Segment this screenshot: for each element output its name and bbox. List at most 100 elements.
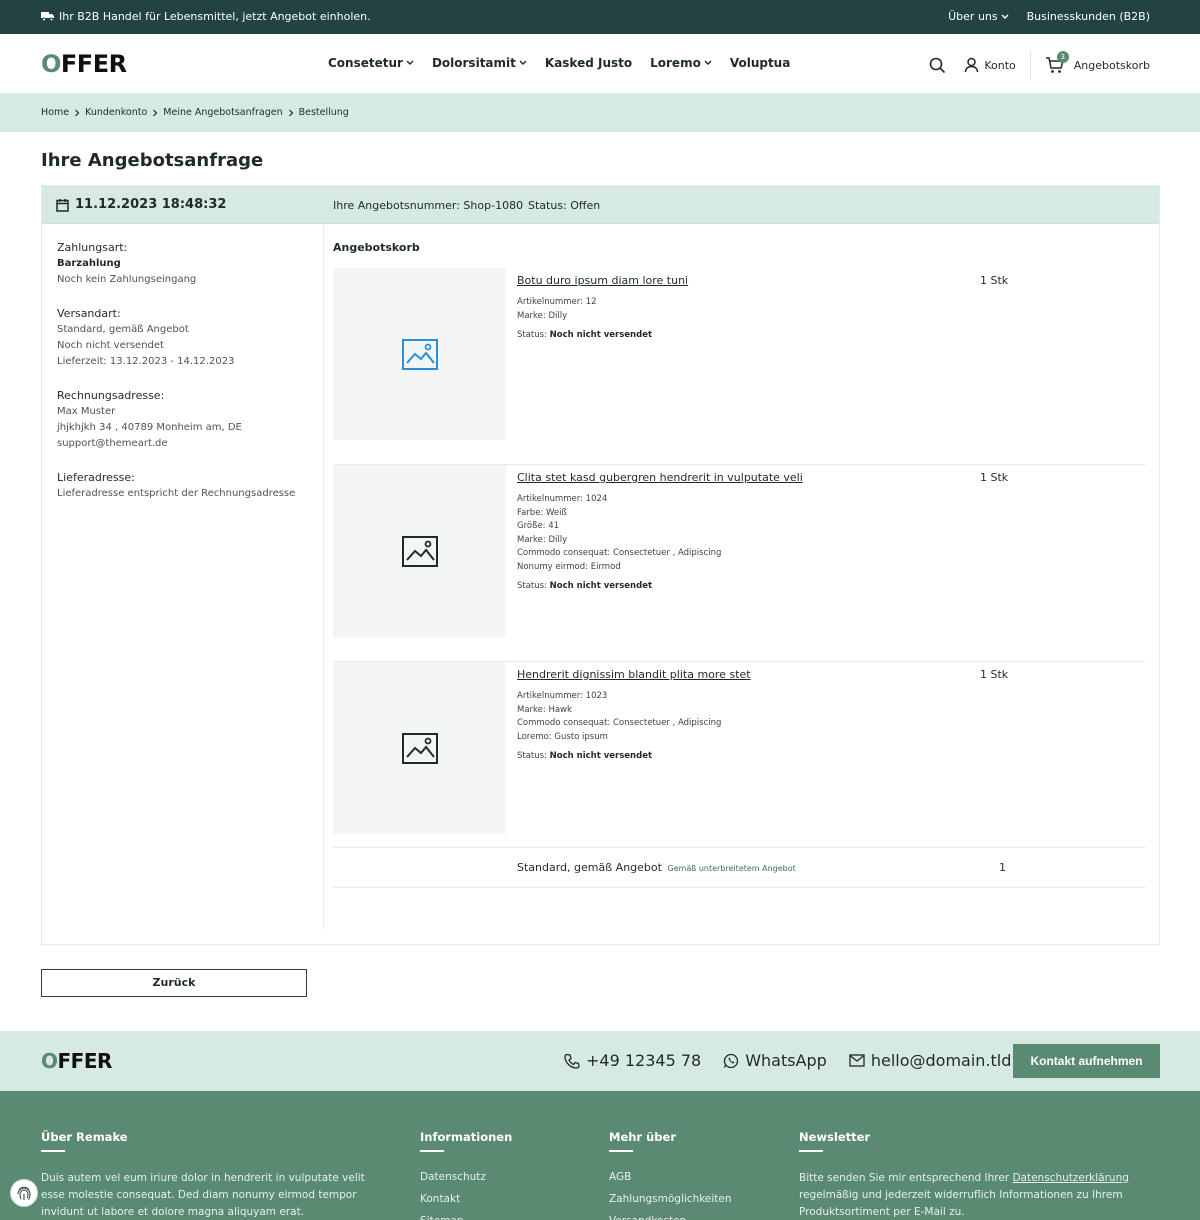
chevron-right-icon xyxy=(152,109,158,117)
footer-about-text: Duis autem vel eum iriure dolor in hendr… xyxy=(41,1172,365,1218)
about-us-link[interactable]: Über uns xyxy=(948,10,1009,23)
cart-title: Angebotskorb xyxy=(333,241,420,254)
email-link[interactable]: hello@domain.tld xyxy=(849,1051,1011,1070)
breadcrumb-account[interactable]: Kundenkonto xyxy=(85,107,147,118)
product-attributes: Artikelnummer: 1024 Farbe: Weiß Größe: 4… xyxy=(517,493,721,594)
footer-link-privacy[interactable]: Datenschutz xyxy=(420,1166,570,1188)
product-attributes: Artikelnummer: 1023 Marke: Hawk Commodo … xyxy=(517,690,721,764)
privacy-policy-link[interactable]: Datenschutzerklärung xyxy=(1012,1172,1128,1184)
order-header: 11.12.2023 18:48:32 Ihre Angebotsnummer:… xyxy=(42,186,1159,224)
footer-contact-bar: OFFER +49 12345 78 WhatsApp hello@domain… xyxy=(0,1031,1200,1091)
shipping-state: Noch nicht versendet xyxy=(57,340,164,351)
phone-link[interactable]: +49 12345 78 xyxy=(564,1051,701,1070)
product-title-link[interactable]: Botu duro ipsum diam lore tuni xyxy=(517,274,688,287)
footer-about-title: Über Remake xyxy=(41,1130,128,1144)
shipping-note: Gemäß unterbreitetem Angebot xyxy=(667,864,796,873)
payment-state: Noch kein Zahlungseingang xyxy=(57,274,197,285)
image-placeholder-icon xyxy=(401,732,438,764)
product-status: Status: Noch nicht versendet xyxy=(517,580,721,594)
footer-logo[interactable]: OFFER xyxy=(41,1048,112,1074)
payment-label: Zahlungsart: xyxy=(57,241,128,254)
back-button[interactable]: Zurück xyxy=(41,969,307,997)
delivery-address: Lieferadresse: Lieferadresse entspricht … xyxy=(57,470,323,502)
delivery-label: Lieferadresse: xyxy=(57,471,135,484)
account-link[interactable]: Konto xyxy=(964,50,1031,80)
order-date: 11.12.2023 18:48:32 xyxy=(56,197,226,212)
shipping-info: Versandart: Standard, gemäß Angebot Noch… xyxy=(57,306,323,370)
divider xyxy=(609,1150,633,1152)
product-status: Status: Noch nicht versendet xyxy=(517,750,721,764)
attribute: Commodo consequat: Consectetuer , Adipis… xyxy=(517,548,722,558)
image-placeholder-icon xyxy=(401,338,438,370)
logo[interactable]: OFFER xyxy=(41,51,127,77)
business-customers-link[interactable]: Businesskunden (B2B) xyxy=(1027,10,1150,23)
list-item: Clita stet kasd gubergren hendrerit in v… xyxy=(333,465,1145,662)
chevron-down-icon xyxy=(519,60,527,66)
nav-item-consetetur[interactable]: Consetetur xyxy=(328,56,414,70)
nav-item-loremo[interactable]: Loremo xyxy=(650,56,712,70)
nav-item-kasked-justo[interactable]: Kasked Justo xyxy=(545,56,632,70)
nav-label: Dolorsitamit xyxy=(431,56,516,70)
status-label: Status: xyxy=(517,330,547,340)
shipping-name: Standard, gemäß Angebot xyxy=(517,861,662,874)
nav-item-dolorsitamit[interactable]: Dolorsitamit xyxy=(432,56,527,70)
site-header: OFFER Consetetur Dolorsitamit Kasked Jus… xyxy=(0,34,1200,94)
product-image[interactable] xyxy=(333,662,506,834)
page-title: Ihre Angebotsanfrage xyxy=(41,150,264,171)
billing-name: Max Muster xyxy=(57,406,116,417)
breadcrumb-home[interactable]: Home xyxy=(41,107,69,118)
breadcrumb: Home Kundenkonto Meine Angebotsanfragen … xyxy=(41,107,349,118)
footer-more: Mehr über AGB Zahlungsmöglichkeiten Vers… xyxy=(609,1130,769,1220)
attribute: Artikelnummer: 1023 xyxy=(517,691,608,701)
newsletter-text-after: regelmäßig und jederzeit widerruflich In… xyxy=(799,1189,1123,1218)
footer-newsletter: Newsletter Bitte senden Sie mir entsprec… xyxy=(799,1130,1129,1220)
footer-info: Informationen Datenschutz Kontakt Sitema… xyxy=(420,1130,570,1220)
attribute: Marke: Hawk xyxy=(517,704,572,715)
nav-item-voluptua[interactable]: Voluptua xyxy=(730,56,791,70)
breadcrumb-quotes[interactable]: Meine Angebotsanfragen xyxy=(163,107,282,118)
footer-link-shipping[interactable]: Versandkosten xyxy=(609,1210,769,1220)
footer-newsletter-text: Bitte senden Sie mir entsprechend Ihrer … xyxy=(799,1170,1129,1220)
footer-about: Über Remake Duis autem vel eum iriure do… xyxy=(41,1130,381,1220)
chevron-right-icon xyxy=(74,109,80,117)
product-title-link[interactable]: Hendrerit dignissim blandit plita more s… xyxy=(517,668,751,681)
list-item: Hendrerit dignissim blandit plita more s… xyxy=(333,662,1145,847)
product-image[interactable] xyxy=(333,268,506,440)
payment-info: Zahlungsart: Barzahlung Noch kein Zahlun… xyxy=(57,240,323,288)
attribute: Marke: Dilly xyxy=(517,310,568,321)
logo-rest: FFER xyxy=(57,1049,113,1073)
divider xyxy=(420,1150,444,1152)
order-info: Zahlungsart: Barzahlung Noch kein Zahlun… xyxy=(42,225,324,930)
nav-label: Loremo xyxy=(650,56,701,70)
product-attributes: Artikelnummer: 12 Marke: Dilly Status: N… xyxy=(517,296,652,343)
footer-newsletter-title: Newsletter xyxy=(799,1130,871,1144)
payment-method: Barzahlung xyxy=(57,258,121,269)
shipping-line-name: Standard, gemäß Angebot Gemäß unterbreit… xyxy=(517,861,796,874)
promo-text: Ihr B2B Handel für Lebensmittel, jetzt A… xyxy=(41,10,371,23)
product-status: Status: Noch nicht versendet xyxy=(517,329,652,343)
attribute: Marke: Dilly xyxy=(517,534,568,545)
product-title-link[interactable]: Clita stet kasd gubergren hendrerit in v… xyxy=(517,471,803,484)
product-image[interactable] xyxy=(333,465,506,637)
phone-number: +49 12345 78 xyxy=(586,1051,702,1070)
calendar-icon xyxy=(56,198,69,212)
footer-link-agb[interactable]: AGB xyxy=(609,1166,769,1188)
newsletter-text-before: Bitte senden Sie mir entsprechend Ihrer xyxy=(799,1172,1013,1184)
contact-button[interactable]: Kontakt aufnehmen xyxy=(1013,1044,1160,1078)
footer-link-contact[interactable]: Kontakt xyxy=(420,1188,570,1210)
search-icon[interactable] xyxy=(929,57,946,74)
breadcrumb-bar: Home Kundenkonto Meine Angebotsanfragen … xyxy=(0,94,1200,132)
cart-link[interactable]: 3 Angebotskorb xyxy=(1031,50,1150,74)
shipping-label: Versandart: xyxy=(57,307,121,320)
whatsapp-link[interactable]: WhatsApp xyxy=(723,1051,827,1070)
footer-link-sitemap[interactable]: Sitemap xyxy=(420,1210,570,1220)
product-qty: 1 Stk xyxy=(980,274,1009,287)
footer-link-payment[interactable]: Zahlungsmöglichkeiten xyxy=(609,1188,769,1210)
list-item: Botu duro ipsum diam lore tuni 1 Stk Art… xyxy=(333,268,1145,465)
order-number: Ihre Angebotsnummer: Shop-1080 xyxy=(333,199,524,212)
logo-letter-o: O xyxy=(41,50,61,78)
status-value: Noch nicht versendet xyxy=(549,330,653,340)
nav-label: Consetetur xyxy=(328,56,403,70)
attribute: Artikelnummer: 12 xyxy=(517,297,597,307)
fingerprint-icon[interactable] xyxy=(10,1179,38,1207)
